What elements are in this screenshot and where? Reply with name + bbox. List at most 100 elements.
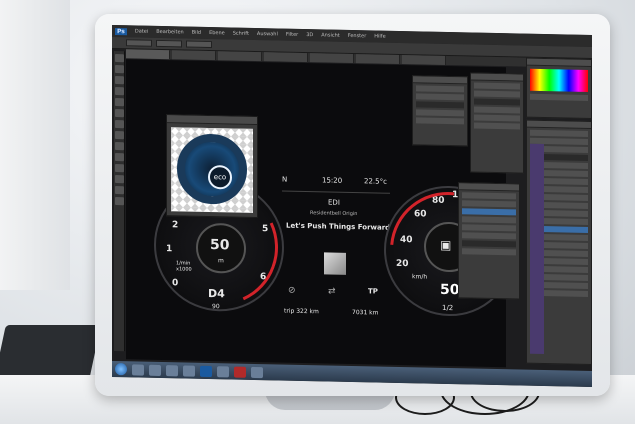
outside-temperature: 22.5°c bbox=[364, 177, 387, 186]
pen-tool-icon[interactable] bbox=[115, 164, 124, 173]
center-value: 50 bbox=[210, 237, 230, 254]
clock-time: 15:20 bbox=[322, 176, 343, 185]
type-tool-icon[interactable] bbox=[115, 175, 124, 184]
document-tab[interactable] bbox=[218, 51, 262, 62]
photoshop-logo-icon: Ps bbox=[115, 27, 127, 35]
layer-row-selected[interactable] bbox=[462, 208, 516, 216]
menu-image[interactable]: Bild bbox=[192, 30, 201, 36]
taskbar-app-icon[interactable] bbox=[251, 366, 263, 378]
song-title: Let's Push Things Forward bbox=[286, 221, 391, 232]
document-tab[interactable] bbox=[356, 54, 400, 65]
panel-title[interactable] bbox=[527, 120, 591, 130]
rpm-inner-dial: 50 m bbox=[196, 222, 246, 274]
rpm-tick: 2 bbox=[172, 220, 179, 231]
layer-row[interactable] bbox=[462, 240, 516, 248]
menu-filter[interactable]: Filter bbox=[286, 32, 298, 38]
taskbar-app-icon[interactable] bbox=[149, 364, 161, 376]
eyedropper-tool-icon[interactable] bbox=[115, 109, 124, 118]
eco-gauge-graphic: eco bbox=[177, 133, 247, 205]
layer-row[interactable] bbox=[462, 192, 516, 200]
crop-tool-icon[interactable] bbox=[115, 98, 124, 107]
menu-layer[interactable]: Ebene bbox=[209, 30, 225, 36]
menu-help[interactable]: Hilfe bbox=[374, 33, 385, 39]
transparent-canvas: eco bbox=[171, 127, 253, 213]
document-tab[interactable] bbox=[310, 53, 354, 64]
marquee-tool-icon[interactable] bbox=[115, 65, 124, 74]
layers-panel bbox=[458, 182, 520, 300]
taskbar-app-icon[interactable] bbox=[217, 365, 229, 377]
panel-row[interactable] bbox=[474, 106, 520, 114]
option-control[interactable] bbox=[156, 39, 182, 48]
taskbar-app-icon[interactable] bbox=[166, 364, 178, 376]
bottom-scale: 90 bbox=[212, 303, 220, 311]
brush-tool-icon[interactable] bbox=[115, 120, 124, 129]
properties-panel bbox=[412, 75, 468, 147]
stamp-tool-icon[interactable] bbox=[115, 131, 124, 140]
menu-file[interactable]: Datei bbox=[135, 28, 148, 34]
floating-document-window[interactable]: eco bbox=[166, 114, 258, 219]
artist-name: Residentbell Origin bbox=[310, 210, 358, 218]
panel-row[interactable] bbox=[416, 109, 464, 117]
document-tab[interactable] bbox=[126, 49, 170, 60]
panel-title[interactable] bbox=[459, 183, 519, 192]
panel-row[interactable] bbox=[416, 93, 464, 101]
start-button-icon[interactable] bbox=[115, 363, 127, 376]
document-tab[interactable] bbox=[172, 50, 216, 61]
layer-row[interactable] bbox=[462, 232, 516, 240]
layer-row[interactable] bbox=[462, 200, 516, 208]
eco-badge: eco bbox=[208, 164, 232, 190]
document-tab[interactable] bbox=[264, 52, 308, 63]
panel-row[interactable] bbox=[474, 114, 520, 122]
panel-row[interactable] bbox=[474, 98, 520, 106]
gradient-tool-icon[interactable] bbox=[115, 153, 124, 162]
menu-select[interactable]: Auswahl bbox=[257, 31, 278, 37]
panel-row[interactable] bbox=[416, 85, 464, 93]
option-control[interactable] bbox=[186, 40, 212, 49]
panel-row[interactable] bbox=[474, 82, 520, 90]
option-control[interactable] bbox=[126, 39, 152, 47]
rpm-tick: 5 bbox=[262, 224, 269, 235]
taskbar-app-icon[interactable] bbox=[132, 363, 144, 376]
layer-row[interactable] bbox=[530, 129, 588, 137]
layer-row[interactable] bbox=[462, 248, 516, 256]
hand-tool-icon[interactable] bbox=[115, 186, 124, 195]
zoom-tool-icon[interactable] bbox=[115, 197, 124, 206]
layer-row[interactable] bbox=[462, 216, 516, 224]
menu-view[interactable]: Ansicht bbox=[321, 32, 339, 38]
rpm-tick: 6 bbox=[260, 272, 267, 283]
monitor-screen: Ps Datei Bearbeiten Bild Ebene Schrift A… bbox=[112, 24, 592, 388]
move-tool-icon[interactable] bbox=[115, 54, 124, 63]
window-titlebar[interactable] bbox=[167, 115, 257, 126]
menu-3d[interactable]: 3D bbox=[306, 32, 313, 38]
album-art bbox=[324, 252, 346, 275]
traffic-program-label: TP bbox=[368, 287, 378, 296]
panel-row[interactable] bbox=[474, 90, 520, 98]
shuffle-icon: ⇄ bbox=[328, 286, 336, 297]
color-spectrum[interactable] bbox=[530, 68, 588, 92]
menu-type[interactable]: Schrift bbox=[233, 31, 249, 37]
panel-row[interactable] bbox=[416, 101, 464, 109]
panel-title[interactable] bbox=[413, 76, 467, 85]
acrobat-taskbar-icon[interactable] bbox=[234, 366, 246, 378]
layer-row[interactable] bbox=[462, 224, 516, 232]
panel-title[interactable] bbox=[527, 58, 591, 68]
panel-row[interactable] bbox=[416, 117, 464, 125]
gear-indicator: D4 bbox=[208, 286, 225, 301]
panel-row[interactable] bbox=[474, 122, 520, 130]
taskbar-app-icon[interactable] bbox=[183, 364, 195, 377]
document-tab[interactable] bbox=[402, 55, 446, 65]
panel-row[interactable] bbox=[530, 93, 588, 101]
lasso-tool-icon[interactable] bbox=[115, 76, 124, 85]
eraser-tool-icon[interactable] bbox=[115, 142, 124, 151]
rpm-tick: 0 bbox=[172, 278, 179, 289]
layer-group-strip bbox=[530, 143, 544, 355]
odometer: 7031 km bbox=[352, 309, 379, 317]
wand-tool-icon[interactable] bbox=[115, 87, 124, 96]
menu-window[interactable]: Fenster bbox=[348, 33, 367, 39]
menu-edit[interactable]: Bearbeiten bbox=[156, 29, 183, 36]
photoshop-taskbar-icon[interactable] bbox=[200, 365, 212, 377]
panel-title[interactable] bbox=[471, 73, 523, 82]
compass-direction: N bbox=[282, 175, 288, 184]
background-monitor bbox=[0, 0, 70, 290]
rpm-tick: 1 bbox=[166, 244, 173, 255]
